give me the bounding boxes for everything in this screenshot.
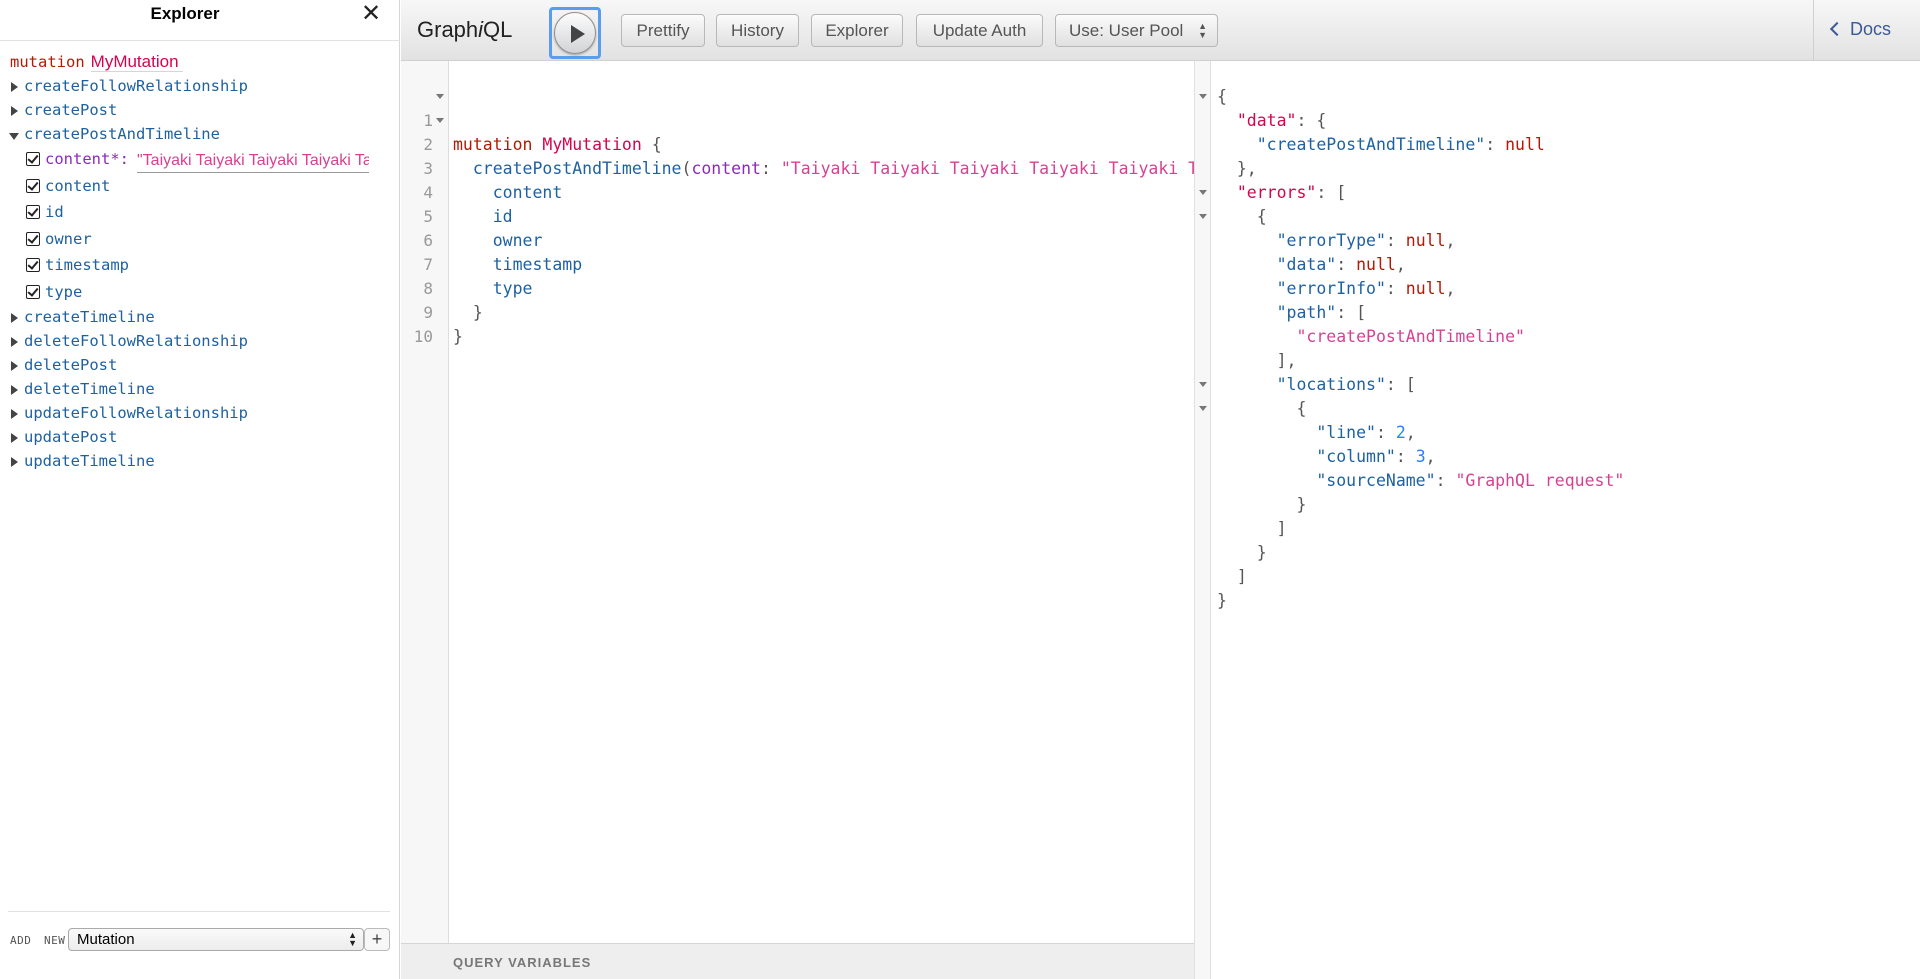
query-editor[interactable]: 1 mutation MyMutation { 2 createPostAndT…: [401, 61, 1208, 979]
checkbox-checked-icon[interactable]: [26, 258, 40, 272]
select-arrows-icon: ▲ ▼: [1198, 21, 1207, 40]
explorer-subfield-type[interactable]: type: [10, 279, 390, 306]
chevron-right-icon[interactable]: [10, 354, 24, 371]
app-title: GraphiQL: [417, 17, 513, 42]
code-line: 7 type: [423, 255, 533, 298]
explorer-field-deletePost[interactable]: deletePost: [10, 353, 390, 377]
docs-button[interactable]: Docs: [1829, 19, 1891, 40]
operation-keyword: mutation: [10, 53, 85, 71]
chevron-right-icon[interactable]: [10, 306, 24, 323]
chevron-down-icon[interactable]: [9, 123, 24, 140]
explorer-panel: Explorer ✕ mutation MyMutation createFoll…: [0, 0, 400, 979]
docs-area: Docs: [1813, 0, 1920, 60]
explorer-subfield-owner[interactable]: owner: [10, 226, 390, 253]
fold-icon[interactable]: [1199, 94, 1207, 99]
add-label: ADD: [10, 934, 32, 947]
explorer-button[interactable]: Explorer: [811, 14, 903, 47]
execute-button-focus: [549, 7, 601, 59]
chevron-right-icon[interactable]: [10, 330, 24, 347]
content-arg-input[interactable]: "Taiyaki Taiyaki Taiyaki Taiyaki Taiyaki…: [137, 150, 369, 173]
explorer-subfield-content[interactable]: content: [10, 173, 390, 200]
operation-header: mutation MyMutation: [10, 50, 390, 74]
explorer-subfield-timestamp[interactable]: timestamp: [10, 252, 390, 279]
checkbox-checked-icon[interactable]: [26, 205, 40, 219]
checkbox-checked-icon[interactable]: [26, 178, 40, 193]
explorer-field-createTimeline[interactable]: createTimeline: [10, 305, 390, 329]
fold-icon[interactable]: [1199, 406, 1207, 411]
result-gutter: [1195, 61, 1211, 979]
code-line: 6 timestamp: [423, 231, 583, 274]
explorer-subfield-id[interactable]: id: [10, 199, 390, 226]
code-line: 5 owner: [423, 207, 543, 250]
checkbox-checked-icon[interactable]: [26, 284, 40, 299]
fold-icon[interactable]: [1199, 382, 1207, 387]
explorer-footer: ADD NEW Mutation ▲ ▼ +: [8, 928, 392, 952]
explorer-tree: mutation MyMutation createFollowRelations…: [9, 50, 390, 473]
fold-icon[interactable]: [1199, 214, 1207, 219]
chevron-right-icon[interactable]: [10, 378, 24, 395]
update-auth-button[interactable]: Update Auth: [916, 14, 1043, 47]
query-variables-label: QUERY VARIABLES: [453, 955, 592, 970]
code-line: 3 content: [423, 159, 563, 202]
explorer-title: Explorer: [150, 4, 220, 23]
explorer-field-deleteFollowRelationship[interactable]: deleteFollowRelationship: [10, 329, 390, 353]
history-button[interactable]: History: [716, 14, 799, 47]
operation-type-select[interactable]: Mutation ▲ ▼: [68, 928, 364, 951]
explorer-field-createFollowRelationship[interactable]: createFollowRelationship: [10, 74, 390, 98]
explorer-field-deleteTimeline[interactable]: deleteTimeline: [10, 377, 390, 401]
explorer-field-updateTimeline[interactable]: updateTimeline: [10, 449, 390, 473]
close-icon[interactable]: ✕: [358, 2, 384, 28]
explorer-field-createPost[interactable]: createPost: [10, 98, 390, 122]
explorer-footer-divider: [8, 911, 390, 912]
chevron-left-icon: [1829, 21, 1845, 37]
new-label: NEW: [44, 934, 66, 947]
code-line: 1 mutation MyMutation {: [401, 85, 1194, 154]
explorer-field-updateFollowRelationship[interactable]: updateFollowRelationship: [10, 401, 390, 425]
toolbar: GraphiQL Prettify History Explorer Updat…: [401, 0, 1920, 61]
fold-icon[interactable]: [1199, 190, 1207, 195]
auth-mode-select[interactable]: Use: User Pool ▲ ▼: [1055, 14, 1218, 47]
explorer-field-updatePost[interactable]: updatePost: [10, 425, 390, 449]
code-line: 8 }: [423, 279, 483, 322]
chevron-right-icon[interactable]: [10, 99, 24, 116]
result-pane: { "data": { "createPostAndTimeline": nul…: [1194, 61, 1920, 979]
code-line: 2 createPostAndTimeline(content: "Taiyak…: [401, 109, 1208, 178]
checkbox-checked-icon[interactable]: [26, 152, 40, 166]
code-line: 4 id: [423, 183, 513, 226]
explorer-divider: [0, 40, 400, 41]
explorer-arg-content[interactable]: content*: "Taiyaki Taiyaki Taiyaki Taiyak…: [10, 146, 390, 173]
fold-icon[interactable]: [436, 94, 444, 99]
fold-icon[interactable]: [436, 118, 444, 123]
chevron-right-icon[interactable]: [10, 402, 24, 419]
chevron-right-icon[interactable]: [10, 450, 24, 467]
code-line: 10: [413, 327, 433, 346]
explorer-field-createPostAndTimeline[interactable]: createPostAndTimeline: [9, 122, 390, 146]
execute-query-button[interactable]: [554, 12, 596, 54]
chevron-right-icon[interactable]: [10, 75, 24, 92]
checkbox-checked-icon[interactable]: [26, 231, 40, 246]
add-operation-button[interactable]: +: [364, 928, 390, 951]
prettify-button[interactable]: Prettify: [621, 14, 705, 47]
code-line: 9 }: [423, 303, 463, 346]
operation-name-input[interactable]: MyMutation: [90, 52, 183, 72]
chevron-right-icon[interactable]: [10, 426, 24, 443]
select-arrows-icon: ▲ ▼: [348, 930, 357, 948]
query-variables-bar[interactable]: QUERY VARIABLES: [401, 943, 1194, 979]
query-code[interactable]: 1 mutation MyMutation { 2 createPostAndT…: [401, 85, 1208, 346]
